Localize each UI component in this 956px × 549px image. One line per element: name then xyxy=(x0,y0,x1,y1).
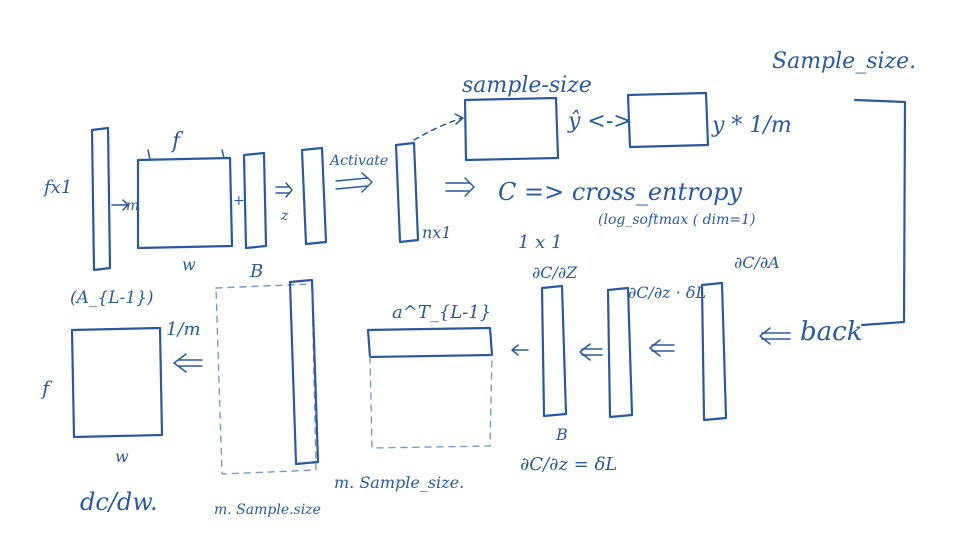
a-t-top-row xyxy=(366,326,494,359)
arrow-back-left xyxy=(759,327,791,345)
label-b: B xyxy=(249,261,263,282)
label-yhat-cmp: ŷ <-> xyxy=(567,109,632,134)
label-sample-size-top: Sample_size. xyxy=(772,49,916,74)
arrow-left-3 xyxy=(579,343,603,361)
label-a-l-minus-1: (A_{L-1}) xyxy=(70,288,154,308)
dashed-pointer xyxy=(413,117,463,141)
arrow-activate xyxy=(335,172,373,193)
label-a-t: a^T_{L-1} xyxy=(392,302,491,323)
input-vector-a xyxy=(90,126,112,272)
label-f-left: f xyxy=(40,376,53,400)
delta-vector xyxy=(540,284,568,418)
label-dc-dw: dc/dw. xyxy=(80,488,158,516)
arrow-left-2 xyxy=(649,339,675,357)
label-fx1: fx1 xyxy=(42,177,72,198)
arrow-left-4 xyxy=(511,344,529,356)
label-w-bottom: w xyxy=(115,447,129,466)
label-f: f xyxy=(170,129,184,154)
weight-matrix-w xyxy=(136,156,234,250)
label-m-sample-size-bottom: m. Sample.size xyxy=(214,502,321,518)
sample-size-box xyxy=(463,96,560,162)
label-sample-size-box: sample-size xyxy=(462,73,592,98)
label-y-times-1-over-m: y * 1/m xyxy=(711,113,792,138)
feedback-loop xyxy=(853,98,907,327)
label-z: z xyxy=(280,208,289,224)
label-activate: Activate xyxy=(328,153,388,169)
label-c-cross-entropy: C => cross_entropy xyxy=(498,178,742,206)
dc-dw-matrix xyxy=(70,326,164,439)
label-b-bottom: B xyxy=(555,425,568,444)
label-dc-dz-delta-l: ∂C/∂z = δL xyxy=(520,454,617,475)
label-dc-dz-delta: ∂C/∂z · δL xyxy=(628,283,706,302)
a-t-dashed-body xyxy=(369,354,493,449)
label-log-softmax: (log_softmax ( dim=1) xyxy=(598,212,755,228)
arrow-left-5 xyxy=(173,353,203,373)
arrow-to-c xyxy=(445,177,475,197)
label-plus: + xyxy=(233,193,245,209)
y-box xyxy=(626,91,710,149)
activation-vector xyxy=(394,141,420,244)
z-vector xyxy=(300,146,328,246)
dc-dz-vector xyxy=(606,286,634,419)
label-dc-da: ∂C/∂A xyxy=(734,253,780,272)
arrow-to-z xyxy=(275,182,293,198)
bias-vector-b xyxy=(242,151,268,250)
label-m-sample-size-mid: m. Sample_size. xyxy=(334,473,464,492)
label-nx1: nx1 xyxy=(422,223,452,242)
label-1-over-m: 1/m xyxy=(166,319,201,340)
label-back: back xyxy=(800,317,862,347)
label-1x1: 1 x 1 xyxy=(518,232,563,253)
label-w: w xyxy=(182,255,196,274)
dc-da-vector xyxy=(700,281,728,422)
label-dc-dz-1: ∂C/∂Z xyxy=(532,263,578,282)
dashed-tall-matrix xyxy=(215,283,317,475)
backprop-sketch: fx1 (A_{L-1}) m f w + B z Activate nx1 s… xyxy=(40,49,916,518)
